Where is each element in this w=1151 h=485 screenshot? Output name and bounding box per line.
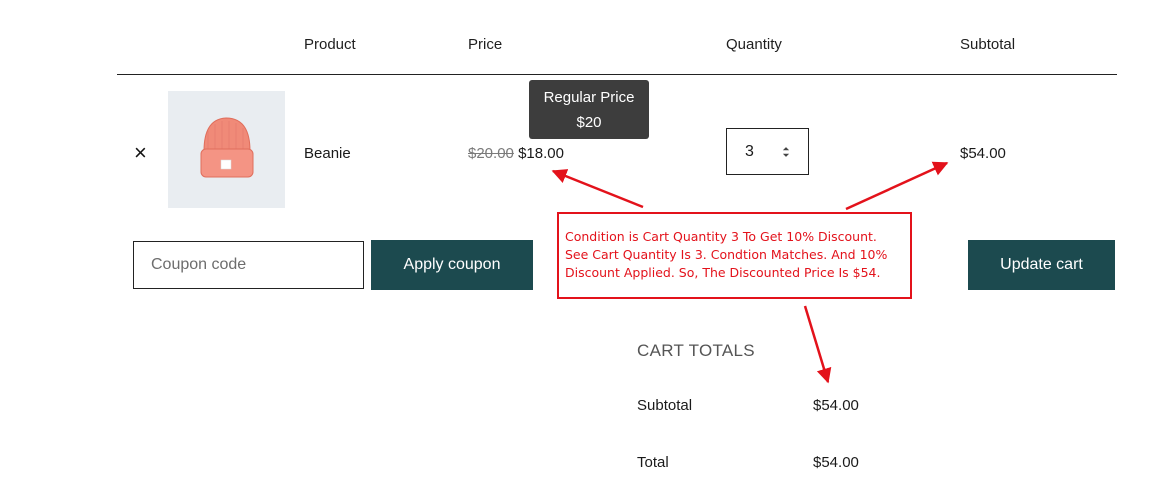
arrow-to-price [551,169,644,209]
column-header-subtotal: Subtotal [960,36,1016,53]
totals-total-label: Total [637,454,669,471]
remove-item-button[interactable]: × [134,142,147,164]
totals-subtotal-value: $54.00 [813,397,859,414]
regular-price-tooltip: Regular Price $20 [529,80,649,139]
coupon-code-input[interactable] [133,241,364,289]
column-header-quantity: Quantity [726,36,782,53]
beanie-image [200,117,254,178]
regular-price: $20.00 [468,145,514,162]
sale-price: $18.00 [518,145,564,162]
cart-totals-heading: CART TOTALS [637,341,755,360]
tooltip-value: $20 [576,114,602,131]
discount-annotation-note: Condition is Cart Quantity 3 To Get 10% … [557,212,912,299]
header-divider [117,74,1117,75]
item-price: $20.00 $18.00 [468,145,564,162]
totals-total-value: $54.00 [813,454,859,471]
apply-coupon-button[interactable]: Apply coupon [371,240,533,290]
column-header-price: Price [468,36,503,53]
product-thumbnail[interactable] [168,91,285,208]
arrow-to-cart-totals [803,305,832,384]
quantity-stepper[interactable]: 3 [726,128,809,175]
column-header-product: Product [304,36,356,53]
spinner-arrows-icon[interactable] [782,145,790,159]
product-name-link[interactable]: Beanie [304,145,351,162]
quantity-value: 3 [745,143,754,160]
update-cart-button[interactable]: Update cart [968,240,1115,290]
line-subtotal: $54.00 [960,145,1006,162]
totals-subtotal-label: Subtotal [637,397,693,414]
tooltip-title: Regular Price [543,89,635,106]
arrow-to-subtotal [845,161,949,211]
